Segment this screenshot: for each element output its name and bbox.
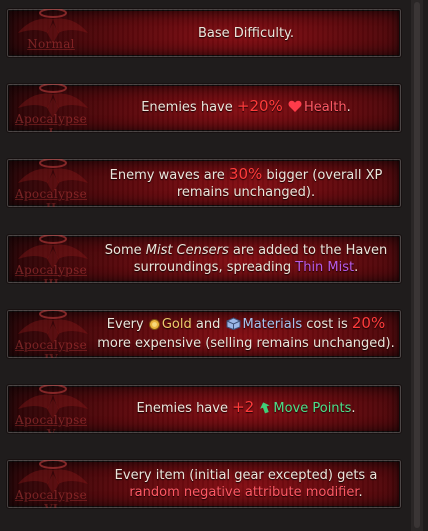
difficulty-emblem: Apocalypse V xyxy=(7,385,97,434)
difficulty-description: Every Gold and Materials cost is 20% mor… xyxy=(97,310,395,358)
difficulty-row[interactable]: Apocalypse II Enemy waves are 30% bigger (… xyxy=(6,158,402,209)
difficulty-numeral: I xyxy=(48,126,54,134)
highlight-text: 20% xyxy=(351,314,386,333)
description-text: Enemies have xyxy=(141,100,237,116)
scrollbar-thumb[interactable] xyxy=(414,2,420,528)
difficulty-emblem: Apocalypse VI xyxy=(7,460,97,510)
highlight-text: Move Points xyxy=(273,401,352,416)
difficulty-row[interactable]: Apocalypse I Enemies have +20% Health. xyxy=(6,83,402,134)
difficulty-emblem: Normal xyxy=(7,9,97,57)
materials-icon xyxy=(226,317,241,335)
difficulty-name: Apocalypse xyxy=(14,112,87,127)
highlight-text: 30% xyxy=(228,164,263,183)
difficulty-description: Base Difficulty. xyxy=(97,9,395,57)
highlight-text: +20% xyxy=(236,97,283,116)
description-text: Every xyxy=(106,317,148,333)
difficulty-row[interactable]: Apocalypse VI Every item (initial gear exc… xyxy=(6,459,402,510)
highlight-text: +2 xyxy=(232,398,255,416)
description-text: Every item (initial gear excepted) gets … xyxy=(114,468,378,484)
difficulty-numeral: IV xyxy=(44,351,58,359)
difficulty-name: Apocalypse xyxy=(14,413,87,427)
gold-coin-icon xyxy=(148,318,160,335)
difficulty-name: Apocalypse xyxy=(14,187,87,202)
description-text: Base Difficulty. xyxy=(197,25,295,41)
difficulty-name: Apocalypse xyxy=(14,488,87,503)
difficulty-description: Enemies have +20% Health. xyxy=(97,84,395,132)
difficulty-row[interactable]: Apocalypse III Some Mist Censers are added… xyxy=(6,233,402,284)
description-text: . xyxy=(346,100,351,116)
highlight-text: Health xyxy=(303,100,347,116)
description-text: and xyxy=(191,317,225,333)
difficulty-numeral: II xyxy=(45,201,57,209)
difficulty-description: Enemy waves are 30% bigger (overall XP r… xyxy=(97,159,395,207)
description-text: Enemies have xyxy=(136,401,233,416)
description-text: cost is xyxy=(302,317,352,333)
difficulty-name: Apocalypse xyxy=(14,337,87,352)
difficulty-name: Apocalypse xyxy=(14,262,87,277)
difficulty-emblem: Apocalypse II xyxy=(7,159,97,209)
highlight-text: Materials xyxy=(242,317,303,333)
highlight-text: Gold xyxy=(161,317,192,333)
highlight-text: random negative attribute modifier xyxy=(129,485,359,501)
description-text: more expensive (selling remains unchange… xyxy=(97,336,395,352)
move-points-icon xyxy=(259,401,271,419)
difficulty-emblem: Apocalypse I xyxy=(7,84,97,134)
description-text: Enemy waves are xyxy=(109,167,229,183)
description-text xyxy=(283,100,287,115)
heart-icon xyxy=(288,100,302,118)
difficulty-description: Enemies have +2 Move Points. xyxy=(97,385,395,433)
difficulty-numeral: V xyxy=(46,427,56,434)
difficulty-name: Normal xyxy=(27,37,75,51)
difficulty-row[interactable]: Normal Base Difficulty. xyxy=(6,8,402,58)
difficulty-row[interactable]: Apocalypse IV Every Gold and Materials cos… xyxy=(6,308,402,359)
difficulty-numeral: VI xyxy=(44,502,58,510)
highlight-text: Thin Mist xyxy=(295,259,355,275)
difficulty-emblem: Apocalypse III xyxy=(7,234,97,284)
description-text: Some xyxy=(104,242,146,258)
difficulty-emblem: Apocalypse IV xyxy=(7,309,97,359)
difficulty-description: Some Mist Censers are added to the Haven… xyxy=(97,235,395,283)
highlight-text: Mist Censers xyxy=(145,242,229,258)
description-text xyxy=(254,401,258,416)
difficulty-numeral: III xyxy=(43,276,59,284)
description-text: . xyxy=(351,401,356,416)
difficulty-description: Every item (initial gear excepted) gets … xyxy=(97,460,395,508)
difficulty-row[interactable]: Apocalypse V Enemies have +2 Move Points. xyxy=(6,384,402,434)
description-text: . xyxy=(358,485,363,501)
description-text: . xyxy=(354,259,359,275)
